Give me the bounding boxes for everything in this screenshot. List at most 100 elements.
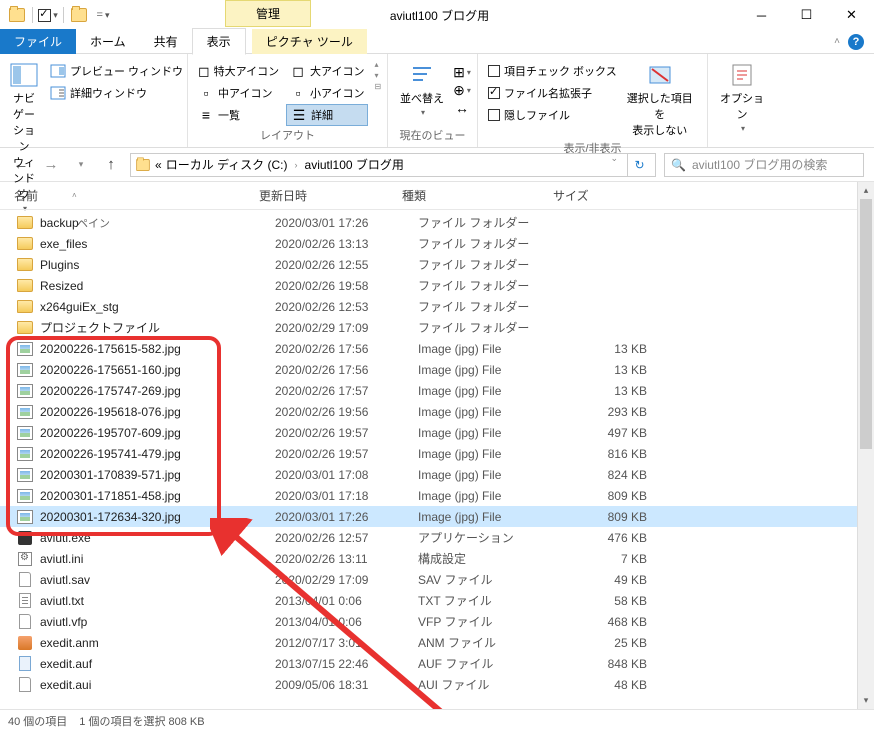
column-name[interactable]: 名前˄ xyxy=(14,187,259,204)
table-row[interactable]: x264guiEx_stg2020/02/26 12:53ファイル フォルダー xyxy=(0,296,857,317)
table-row[interactable]: 20200301-172634-320.jpg2020/03/01 17:26I… xyxy=(0,506,857,527)
file-name: 20200226-175615-582.jpg xyxy=(40,342,275,356)
list-view-button[interactable]: ≡一覧 xyxy=(194,104,282,126)
close-button[interactable]: ✕ xyxy=(829,0,874,30)
preview-pane-button[interactable]: プレビュー ウィンドウ xyxy=(46,60,187,82)
group-currentview-label: 現在のビュー xyxy=(394,127,471,145)
layout-scroll-down[interactable]: ▾ xyxy=(374,71,381,80)
s-icons-button[interactable]: ▫小アイコン xyxy=(286,82,368,104)
sort-indicator-icon: ˄ xyxy=(72,191,77,200)
layout-scroll-up[interactable]: ▴ xyxy=(374,60,381,69)
table-row[interactable]: exedit.auf2013/07/15 22:46AUF ファイル848 KB xyxy=(0,653,857,674)
column-type[interactable]: 種類 xyxy=(402,187,553,204)
table-row[interactable]: backup2020/03/01 17:26ファイル フォルダー xyxy=(0,212,857,233)
search-input[interactable]: 🔍 aviutl100 ブログ用の検索 xyxy=(664,153,864,177)
l-icons-button[interactable]: ◻大アイコン xyxy=(286,60,368,82)
file-ext-toggle[interactable]: ファイル名拡張子 xyxy=(484,82,621,104)
up-button[interactable]: ↑ xyxy=(100,154,122,176)
scroll-up-button[interactable]: ▴ xyxy=(858,182,874,199)
address-bar[interactable]: « ローカル ディスク (C:) › aviutl100 ブログ用 ⌄ ↻ xyxy=(130,153,656,177)
tab-file[interactable]: ファイル xyxy=(0,29,76,54)
table-row[interactable]: プロジェクトファイル2020/02/29 17:09ファイル フォルダー xyxy=(0,317,857,338)
table-row[interactable]: aviutl.sav2020/02/29 17:09SAV ファイル49 KB xyxy=(0,569,857,590)
autosize-icon[interactable]: ↔ xyxy=(454,100,470,116)
file-type: ファイル フォルダー xyxy=(418,214,569,231)
m-icons-button[interactable]: ▫中アイコン xyxy=(194,82,282,104)
file-type: AUF ファイル xyxy=(418,655,569,672)
file-list[interactable]: 名前˄ 更新日時 種類 サイズ backup2020/03/01 17:26ファ… xyxy=(0,182,857,709)
file-size: 809 KB xyxy=(569,489,647,503)
folder-icon xyxy=(16,214,34,232)
table-row[interactable]: 20200226-175651-160.jpg2020/02/26 17:56I… xyxy=(0,359,857,380)
scroll-thumb[interactable] xyxy=(860,199,872,449)
table-row[interactable]: aviutl.vfp2013/04/01 0:06VFP ファイル468 KB xyxy=(0,611,857,632)
forward-button[interactable]: → xyxy=(40,154,62,176)
add-columns-icon[interactable]: ⊕▾ xyxy=(454,82,470,98)
maximize-button[interactable]: ☐ xyxy=(784,0,829,30)
xl-icons-button[interactable]: ◻特大アイコン xyxy=(194,60,282,82)
table-row[interactable]: exedit.aui2009/05/06 18:31AUI ファイル48 KB xyxy=(0,674,857,695)
tab-share[interactable]: 共有 xyxy=(140,29,192,54)
hide-selected-icon xyxy=(644,62,676,88)
tab-view[interactable]: 表示 xyxy=(192,28,246,55)
sort-button[interactable]: 並べ替え▾ xyxy=(394,60,450,119)
table-row[interactable]: 20200226-175747-269.jpg2020/02/26 17:57I… xyxy=(0,380,857,401)
file-name: 20200226-195741-479.jpg xyxy=(40,447,275,461)
refresh-button[interactable]: ↻ xyxy=(627,153,651,177)
table-row[interactable]: aviutl.exe2020/02/26 12:57アプリケーション476 KB xyxy=(0,527,857,548)
file-date: 2013/04/01 0:06 xyxy=(275,615,418,629)
minimize-button[interactable]: ─ xyxy=(739,0,784,30)
folder-icon xyxy=(16,277,34,295)
file-date: 2020/03/01 17:08 xyxy=(275,468,418,482)
hide-selected-button[interactable]: 選択した項目を 表示しない xyxy=(625,60,695,140)
table-row[interactable]: 20200226-195618-076.jpg2020/02/26 19:56I… xyxy=(0,401,857,422)
table-row[interactable]: Resized2020/02/26 19:58ファイル フォルダー xyxy=(0,275,857,296)
address-dropdown-icon[interactable]: ⌄ xyxy=(604,153,624,177)
details-pane-button[interactable]: 詳細ウィンドウ xyxy=(46,82,187,104)
l-icons-icon: ◻ xyxy=(290,63,306,79)
table-row[interactable]: exe_files2020/02/26 13:13ファイル フォルダー xyxy=(0,233,857,254)
file-name: 20200301-171851-458.jpg xyxy=(40,489,275,503)
column-size[interactable]: サイズ xyxy=(553,187,643,204)
table-row[interactable]: aviutl.ini2020/02/26 13:11構成設定7 KB xyxy=(0,548,857,569)
app-icon[interactable] xyxy=(6,4,28,26)
item-checkboxes-toggle[interactable]: 項目チェック ボックス xyxy=(484,60,621,82)
table-row[interactable]: 20200226-195741-479.jpg2020/02/26 19:57I… xyxy=(0,443,857,464)
back-button[interactable]: ← xyxy=(10,154,32,176)
tab-picture-tools[interactable]: ピクチャ ツール xyxy=(252,29,367,54)
help-icon[interactable]: ? xyxy=(848,34,864,50)
breadcrumb-part-2[interactable]: aviutl100 ブログ用 xyxy=(305,156,404,173)
contextual-tab-header: 管理 xyxy=(225,0,311,27)
tab-home[interactable]: ホーム xyxy=(76,29,140,54)
table-row[interactable]: aviutl.txt2013/04/01 0:06TXT ファイル58 KB xyxy=(0,590,857,611)
qat-customize-dropdown[interactable]: =▾ xyxy=(92,4,114,26)
breadcrumb-part-1[interactable]: ローカル ディスク (C:) xyxy=(166,156,288,173)
list-icon: ≡ xyxy=(198,107,214,123)
qat-newfolder-icon[interactable] xyxy=(68,4,90,26)
table-row[interactable]: Plugins2020/02/26 12:55ファイル フォルダー xyxy=(0,254,857,275)
breadcrumb-overflow[interactable]: « xyxy=(155,158,162,172)
status-bar: 40 個の項目 1 個の項目を選択 808 KB xyxy=(0,709,874,732)
vertical-scrollbar[interactable]: ▴ ▾ xyxy=(857,182,874,709)
file-type: Image (jpg) File xyxy=(418,384,569,398)
file-name: 20200301-170839-571.jpg xyxy=(40,468,275,482)
hidden-files-toggle[interactable]: 隠しファイル xyxy=(484,104,621,126)
table-row[interactable]: 20200301-171851-458.jpg2020/03/01 17:18I… xyxy=(0,485,857,506)
group-by-icon[interactable]: ⊞▾ xyxy=(454,64,470,80)
table-row[interactable]: 20200226-195707-609.jpg2020/02/26 19:57I… xyxy=(0,422,857,443)
table-row[interactable]: 20200301-170839-571.jpg2020/03/01 17:08I… xyxy=(0,464,857,485)
qat-properties-icon[interactable]: ▾ xyxy=(37,4,59,26)
table-row[interactable]: exedit.anm2012/07/17 3:01ANM ファイル25 KB xyxy=(0,632,857,653)
details-view-button[interactable]: ☰詳細 xyxy=(286,104,368,126)
table-row[interactable]: 20200226-175615-582.jpg2020/02/26 17:56I… xyxy=(0,338,857,359)
column-date[interactable]: 更新日時 xyxy=(259,187,402,204)
anm-icon xyxy=(16,634,34,652)
collapse-ribbon-button[interactable]: ˄ xyxy=(834,36,840,47)
layout-more[interactable]: ⊟ xyxy=(374,82,381,91)
options-button[interactable]: オプション▾ xyxy=(714,60,770,135)
scroll-down-button[interactable]: ▾ xyxy=(858,692,874,709)
file-size: 13 KB xyxy=(569,363,647,377)
file-type: アプリケーション xyxy=(418,529,569,546)
recent-locations-dropdown[interactable]: ▾ xyxy=(70,154,92,176)
breadcrumb-sep-icon[interactable]: › xyxy=(295,160,298,170)
